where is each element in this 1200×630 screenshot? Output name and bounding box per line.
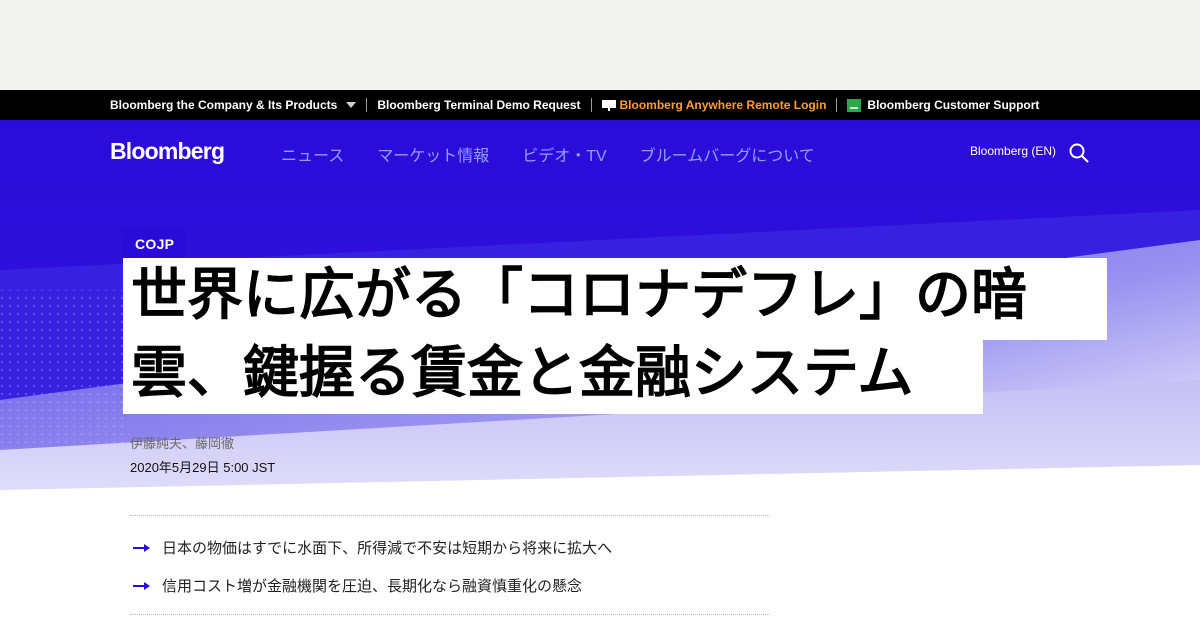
terminal-demo-label: Bloomberg Terminal Demo Request bbox=[377, 98, 581, 112]
publish-date: 2020年5月29日 5:00 JST bbox=[130, 460, 276, 475]
byline: 伊藤純夫、藤岡徹 bbox=[130, 436, 235, 451]
main-nav: Bloomberg ニュース マーケット情報 ビデオ・TV ブルームバーグについ… bbox=[0, 120, 1200, 184]
caret-down-icon bbox=[346, 102, 357, 108]
terminal-demo-link[interactable]: Bloomberg Terminal Demo Request bbox=[377, 98, 580, 112]
bloomberg-logo[interactable]: Bloomberg bbox=[110, 138, 225, 165]
article-kicker[interactable]: COJP bbox=[123, 228, 187, 260]
anywhere-login-link[interactable]: Bloomberg Anywhere Remote Login bbox=[601, 98, 827, 112]
abstract-item: 信用コスト増が金融機関を圧迫、長期化なら融資慎重化の懸念 bbox=[130, 575, 582, 596]
monitor-icon bbox=[601, 99, 616, 111]
utility-separator bbox=[366, 98, 368, 112]
company-products-menu[interactable]: Bloomberg the Company & Its Products bbox=[110, 98, 357, 112]
nav-item-markets[interactable]: マーケット情報 bbox=[377, 142, 489, 166]
headline-line-2: 雲、鍵握る賃金と金融システム bbox=[123, 340, 983, 414]
utility-separator bbox=[836, 98, 838, 112]
help-icon bbox=[847, 98, 862, 112]
nav-links: ニュース マーケット情報 ビデオ・TV ブルームバーグについて bbox=[281, 142, 848, 166]
headline-line-1: 世界に広がる「コロナデフレ」の暗 bbox=[123, 258, 1107, 340]
anywhere-login-label: Bloomberg Anywhere Remote Login bbox=[619, 98, 827, 112]
nav-item-news[interactable]: ニュース bbox=[281, 142, 344, 166]
arrow-right-icon bbox=[133, 581, 150, 590]
customer-support-link[interactable]: Bloomberg Customer Support bbox=[847, 98, 1039, 112]
edition-link[interactable]: Bloomberg (EN) bbox=[970, 144, 1056, 158]
abstract-item: 日本の物価はすでに水面下、所得減で不安は短期から将来に拡大へ bbox=[130, 537, 612, 558]
utility-bar: Bloomberg the Company & Its Products Blo… bbox=[0, 90, 1200, 120]
ad-placeholder bbox=[0, 0, 1200, 90]
search-icon[interactable] bbox=[1068, 142, 1090, 164]
company-products-label: Bloomberg the Company & Its Products bbox=[110, 98, 338, 112]
page: Bloomberg the Company & Its Products Blo… bbox=[0, 0, 1200, 630]
abstract-text: 日本の物価はすでに水面下、所得減で不安は短期から将来に拡大へ bbox=[162, 540, 613, 557]
nav-item-video-tv[interactable]: ビデオ・TV bbox=[522, 142, 606, 166]
nav-item-about[interactable]: ブルームバーグについて bbox=[640, 142, 815, 166]
arrow-right-icon bbox=[133, 543, 150, 552]
abstract-divider-bottom bbox=[130, 614, 770, 615]
abstract-text: 信用コスト増が金融機関を圧迫、長期化なら融資慎重化の懸念 bbox=[162, 578, 583, 595]
utility-separator bbox=[590, 98, 592, 112]
customer-support-label: Bloomberg Customer Support bbox=[867, 98, 1040, 112]
abstract-divider-top bbox=[130, 515, 770, 516]
